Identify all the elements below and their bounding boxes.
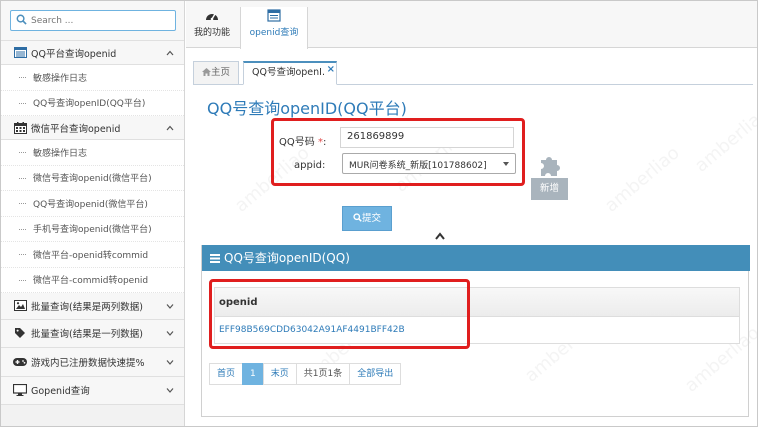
result-title: QQ号查询openID(QQ) bbox=[224, 251, 350, 265]
sidebar-item-qq-openid-qq[interactable]: QQ号查询openID(QQ平台) bbox=[1, 90, 184, 116]
chevron-up-icon bbox=[166, 125, 174, 130]
nav-group-batch-two-cols[interactable]: 批量查询(结果是两列数据) bbox=[1, 293, 184, 320]
tab-label: 我的功能 bbox=[193, 28, 230, 38]
picture-icon bbox=[13, 300, 27, 312]
add-button[interactable]: 新增 bbox=[531, 153, 568, 200]
submit-label: 提交 bbox=[361, 213, 381, 224]
sidebar-item-wechat-sensitive-log[interactable]: 敏感操作日志 bbox=[1, 140, 184, 166]
close-icon[interactable]: × bbox=[327, 60, 335, 80]
tab-current-page[interactable]: QQ号查询openI. × bbox=[243, 61, 337, 85]
sidebar-item-openid-to-commid[interactable]: 微信平台-openid转commid bbox=[1, 242, 184, 268]
sidebar-item-commid-to-openid[interactable]: 微信平台-commid转openid bbox=[1, 267, 184, 293]
result-header: QQ号查询openID(QQ) bbox=[202, 245, 750, 271]
nav-group-game-data[interactable]: 游戏内已注册数据快速提% bbox=[1, 347, 184, 377]
nav-group-qq-openid[interactable]: QQ平台查询openid bbox=[1, 41, 184, 65]
nav-group-label: 批量查询(结果是一列数据) bbox=[31, 329, 143, 340]
submit-button[interactable]: 提交 bbox=[342, 206, 392, 231]
result-highlight-box bbox=[209, 279, 470, 349]
pagination: 首页 1 末页 共1页1条 全部导出 bbox=[209, 363, 402, 385]
search-icon bbox=[353, 213, 362, 222]
tab-home-label: 主页 bbox=[211, 67, 231, 78]
nav-group-batch-one-col[interactable]: 批量查询(结果是一列数据) bbox=[1, 319, 184, 348]
sidebar-item-phone-openid[interactable]: 手机号查询openid(微信平台) bbox=[1, 216, 184, 242]
chevron-down-icon bbox=[166, 303, 174, 309]
sidebar-item-wechat-id-openid[interactable]: 微信号查询openid(微信平台) bbox=[1, 165, 184, 191]
form-highlight-box bbox=[271, 118, 525, 186]
add-button-label: 新增 bbox=[531, 178, 568, 200]
nav-group-label: 批量查询(结果是两列数据) bbox=[31, 301, 143, 313]
home-icon bbox=[202, 68, 211, 76]
watermark: amberliao bbox=[600, 142, 684, 217]
first-page-button[interactable]: 首页 bbox=[209, 363, 244, 385]
page-summary: 共1页1条 bbox=[295, 363, 351, 385]
desktop-icon bbox=[13, 384, 27, 396]
chevron-up-icon bbox=[166, 50, 174, 55]
nav-group-gopenid[interactable]: Gopenid查询 bbox=[1, 376, 184, 405]
export-all-button[interactable]: 全部导出 bbox=[349, 363, 402, 385]
list-icon bbox=[13, 47, 27, 59]
dashboard-icon bbox=[206, 13, 218, 21]
app-window: QQ平台查询openid 敏感操作日志 QQ号查询openID(QQ平台) 微信… bbox=[0, 0, 758, 427]
chevron-down-icon bbox=[166, 388, 174, 393]
main-content: amberliao amberliao amberliao amberliao … bbox=[187, 49, 758, 426]
chevron-down-icon bbox=[166, 359, 174, 365]
result-panel: QQ号查询openID(QQ) openid EFF98B569CDD63042… bbox=[201, 245, 750, 417]
nav-group-wechat-openid[interactable]: 微信平台查询openid bbox=[1, 116, 184, 140]
sidebar: QQ平台查询openid 敏感操作日志 QQ号查询openID(QQ平台) 微信… bbox=[1, 1, 185, 426]
last-page-button[interactable]: 末页 bbox=[262, 363, 297, 385]
tag-icon bbox=[13, 327, 27, 339]
sidebar-item-sensitive-log[interactable]: 敏感操作日志 bbox=[1, 65, 184, 91]
watermark: amberliao bbox=[690, 102, 758, 177]
puzzle-icon bbox=[541, 157, 560, 176]
top-tab-bar: 我的功能 openid查询 bbox=[186, 1, 757, 49]
tab-current-label: QQ号查询openI. bbox=[252, 67, 325, 78]
sidebar-search bbox=[1, 1, 184, 41]
gamepad-icon bbox=[13, 356, 27, 368]
page-1-button[interactable]: 1 bbox=[242, 363, 264, 385]
sidebar-item-qq-openid-wechat[interactable]: QQ号查询openid(微信平台) bbox=[1, 191, 184, 217]
nav-group-label: 游戏内已注册数据快速提% bbox=[31, 357, 145, 369]
chevron-down-icon bbox=[166, 331, 174, 336]
nav-group-label: 微信平台查询openid bbox=[31, 123, 121, 135]
tab-home[interactable]: 主页 bbox=[193, 61, 239, 85]
tab-label: openid查询 bbox=[249, 28, 299, 38]
nav-group-label: Gopenid查询 bbox=[31, 386, 90, 397]
search-input[interactable] bbox=[11, 11, 175, 30]
page-tabs: 主页 QQ号查询openI. × bbox=[193, 61, 753, 85]
list-icon bbox=[210, 254, 220, 263]
nav-group-label: QQ平台查询openid bbox=[31, 48, 117, 60]
search-box[interactable] bbox=[10, 10, 176, 31]
list-icon bbox=[267, 9, 281, 22]
tab-openid-query[interactable]: openid查询 bbox=[240, 7, 308, 49]
search-icon bbox=[16, 14, 27, 25]
tab-my-functions[interactable]: 我的功能 bbox=[192, 9, 232, 48]
calendar-icon bbox=[13, 121, 27, 134]
page-title: QQ号查询openID(QQ平台) bbox=[207, 99, 407, 118]
chevron-up-icon[interactable] bbox=[435, 232, 445, 240]
